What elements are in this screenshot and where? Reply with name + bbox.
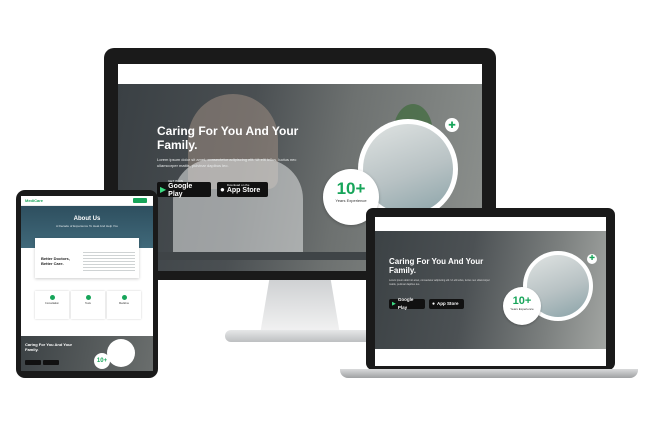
stethoscope-icon: ✚ <box>587 254 597 264</box>
experience-label: Years Experience <box>510 307 534 311</box>
app-store-button[interactable]: ● Download on the App Store <box>217 182 268 197</box>
hero-title: Caring For You And Your Family. <box>157 124 299 152</box>
experience-badge: 10+ Years Experience <box>503 287 541 325</box>
experience-number: 10+ <box>512 295 532 307</box>
app-store-button[interactable]: ● App Store <box>429 299 464 309</box>
feature-label: Consultation <box>45 302 59 305</box>
google-play-label: Google Play <box>168 183 193 198</box>
monitor-stand <box>260 280 340 332</box>
monitor-base <box>225 330 375 342</box>
app-store-label: App Store <box>437 301 459 306</box>
feature-icon <box>49 295 55 300</box>
about-title: About Us <box>73 216 101 222</box>
app-store-button[interactable] <box>43 360 59 365</box>
feature-icon <box>121 295 127 300</box>
laptop-screen: Caring For You And Your Family. Lorem ip… <box>375 217 606 366</box>
experience-label: Years Experience <box>335 198 367 203</box>
nav-cta-button[interactable] <box>133 198 147 203</box>
doctor-coat <box>173 159 303 259</box>
app-store-label: App Store <box>226 187 261 194</box>
feature-card[interactable]: Tests <box>71 291 105 319</box>
about-card-title: Better Doctors, Better Care. <box>41 256 70 266</box>
google-play-icon: ▶ <box>392 301 396 307</box>
google-play-icon: ▶ <box>160 185 167 194</box>
google-play-button[interactable]: ▶ Google Play <box>389 297 425 310</box>
apple-icon: ● <box>432 301 436 307</box>
hero-title: Caring For You And Your Family. <box>25 342 73 352</box>
google-play-button[interactable] <box>25 360 41 365</box>
logo[interactable]: MediCare <box>25 198 43 203</box>
feature-icon <box>85 295 91 300</box>
google-play-button[interactable]: ▶ GET IT ON Google Play <box>157 180 211 198</box>
tablet-screen: MediCare About Us A Decade of Experience… <box>21 196 153 371</box>
stethoscope-icon: ✚ <box>445 118 459 132</box>
feature-label: Tests <box>85 302 91 305</box>
doctors-photo <box>107 339 135 367</box>
about-subtitle: A Decade of Experience To Heal And Help … <box>56 224 118 228</box>
experience-number: 10+ <box>94 353 110 369</box>
hero-text: Lorem ipsum dolor sit amet, consectetur … <box>389 279 490 286</box>
feature-card[interactable]: Medicine <box>107 291 141 319</box>
apple-icon: ● <box>220 185 225 194</box>
feature-label: Medicine <box>118 302 129 305</box>
experience-number: 10+ <box>336 179 366 198</box>
about-card-text <box>83 252 135 272</box>
laptop-base <box>340 369 638 378</box>
hero-title: Caring For You And Your Family. <box>389 257 484 275</box>
google-play-label: Google Play <box>397 297 414 310</box>
hero-text: Lorem ipsum dolor sit amet, consectetur … <box>157 157 297 168</box>
feature-card[interactable]: Consultation <box>35 291 69 319</box>
